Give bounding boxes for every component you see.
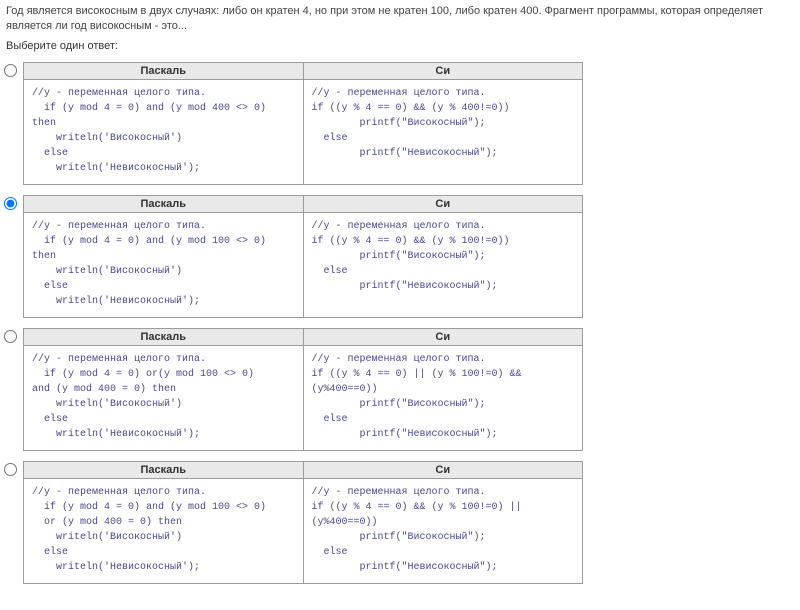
code-table-0: ПаскальСи //y - переменная целого типа. i… xyxy=(23,62,583,185)
answer-option-0: ПаскальСи //y - переменная целого типа. i… xyxy=(0,60,800,193)
pascal-code-1: //y - переменная целого типа. if (y mod … xyxy=(32,219,295,309)
answer-radio-1[interactable] xyxy=(4,197,17,210)
code-table-3: ПаскальСи //y - переменная целого типа. i… xyxy=(23,461,583,584)
pascal-code-3: //y - переменная целого типа. if (y mod … xyxy=(32,485,295,575)
c-header: Си xyxy=(303,62,583,79)
pascal-code-0: //y - переменная целого типа. if (y mod … xyxy=(32,86,295,176)
choose-one-prompt: Выберите один ответ: xyxy=(0,36,800,60)
code-table-2: ПаскальСи //y - переменная целого типа. i… xyxy=(23,328,583,451)
answer-radio-0[interactable] xyxy=(4,64,17,77)
answer-option-2: ПаскальСи //y - переменная целого типа. i… xyxy=(0,326,800,459)
answer-option-1: ПаскальСи //y - переменная целого типа. i… xyxy=(0,193,800,326)
c-code-0: //y - переменная целого типа. if ((y % 4… xyxy=(312,86,575,161)
answer-body-2: ПаскальСи //y - переменная целого типа. i… xyxy=(23,328,790,451)
answer-option-3: ПаскальСи //y - переменная целого типа. i… xyxy=(0,459,800,592)
pascal-header: Паскаль xyxy=(24,328,304,345)
pascal-header: Паскаль xyxy=(24,62,304,79)
pascal-code-2: //y - переменная целого типа. if (y mod … xyxy=(32,352,295,442)
answer-radio-3[interactable] xyxy=(4,463,17,476)
question-stem: Год является високосным в двух случаях: … xyxy=(0,0,800,36)
answer-body-1: ПаскальСи //y - переменная целого типа. i… xyxy=(23,195,790,318)
answer-body-0: ПаскальСи //y - переменная целого типа. i… xyxy=(23,62,790,185)
answer-radio-2[interactable] xyxy=(4,330,17,343)
c-header: Си xyxy=(303,195,583,212)
code-table-1: ПаскальСи //y - переменная целого типа. i… xyxy=(23,195,583,318)
c-code-3: //y - переменная целого типа. if ((y % 4… xyxy=(312,485,575,575)
c-code-2: //y - переменная целого типа. if ((y % 4… xyxy=(312,352,575,442)
pascal-header: Паскаль xyxy=(24,461,304,478)
c-header: Си xyxy=(303,328,583,345)
answer-body-3: ПаскальСи //y - переменная целого типа. i… xyxy=(23,461,790,584)
c-header: Си xyxy=(303,461,583,478)
pascal-header: Паскаль xyxy=(24,195,304,212)
c-code-1: //y - переменная целого типа. if ((y % 4… xyxy=(312,219,575,294)
